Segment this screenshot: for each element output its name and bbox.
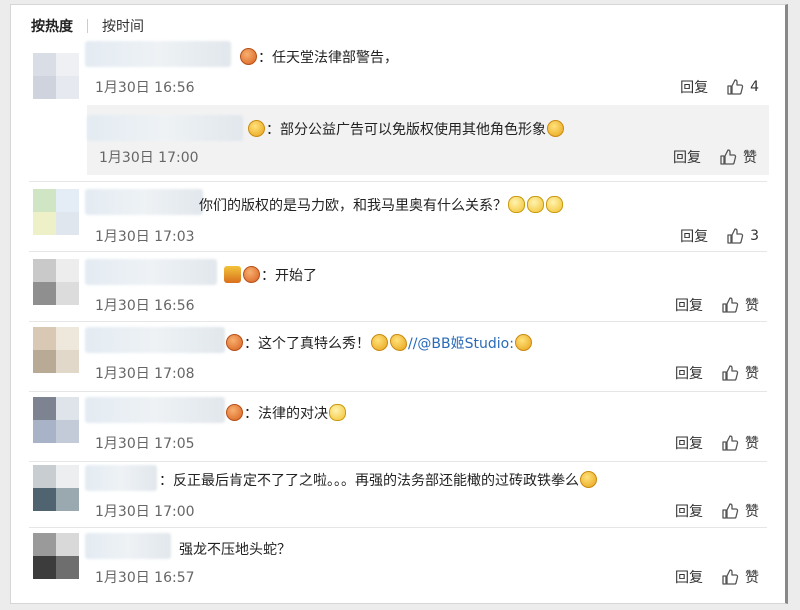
think-emoji-icon [580,471,597,488]
avatar[interactable] [33,465,79,511]
avatar[interactable] [33,397,79,443]
thumbs-up-icon[interactable] [719,148,737,166]
like-count[interactable]: 赞 [745,295,759,315]
like-count[interactable]: 赞 [745,501,759,521]
avatar[interactable] [33,259,79,305]
comment-item: ：任天堂法律部警告， 1月30日 16:56 回复 4 [29,35,767,105]
comment-time: 1月30日 16:56 [95,298,195,314]
comment-item: ：这个了真特么秀！//@BB姬Studio: 1月30日 17:08 回复 赞 [29,323,767,391]
think-emoji-icon [514,334,532,351]
comment-text: ：法律的对决 [225,403,347,423]
avatar[interactable] [33,53,79,99]
comment-text: ：这个了真特么秀！//@BB姬Studio: [225,333,533,353]
avatar[interactable] [33,327,79,373]
pray-emoji-icon [390,334,407,351]
comment-item: 你们的版权的是马力欧，和我马里奥有什么关系？ 1月30日 17:03 回复 3 [29,183,767,251]
comment-panel: 按热度 按时间 ：任天堂法律部警告， 1月30日 16:56 回复 4 ：部分公… [10,4,788,604]
divider [29,181,767,182]
comment-actions: 回复 赞 [675,363,759,383]
comment-actions: 回复 4 [680,77,759,97]
comment-actions: 回复 赞 [675,567,759,587]
thumbs-up-icon[interactable] [721,296,739,314]
comment-time: 1月30日 17:08 [95,366,195,382]
comment-text: ：部分公益广告可以免版权使用其他角色形象 [247,119,565,139]
cat-emoji-icon [508,196,525,213]
reply-button[interactable]: 回复 [680,77,708,97]
like-count[interactable]: 赞 [745,567,759,587]
avatar[interactable] [33,533,79,579]
badge-icon [226,404,243,421]
reply-button[interactable]: 回复 [675,501,703,521]
reply-button[interactable]: 回复 [675,433,703,453]
comment-actions: 回复 赞 [675,433,759,453]
username-redacted[interactable] [85,41,231,67]
thumbs-up-icon[interactable] [726,227,744,245]
avatar[interactable] [33,189,79,235]
badge-icon [226,334,243,351]
comment-actions: 回复 赞 [675,501,759,521]
comment-time: 1月30日 17:05 [95,436,195,452]
cat-emoji-icon [546,196,563,213]
like-count[interactable]: 4 [750,79,759,95]
divider [29,391,767,392]
reply-button[interactable]: 回复 [675,295,703,315]
sub-reply: ：部分公益广告可以免版权使用其他角色形象 1月30日 17:00 回复 赞 [87,105,769,175]
tab-sort-hot[interactable]: 按热度 [31,16,73,36]
username-redacted[interactable] [87,115,243,141]
reply-button[interactable]: 回复 [675,567,703,587]
cat-emoji-icon [527,196,544,213]
proud-emoji-icon [371,334,388,351]
comment-time: 1月30日 17:03 [95,229,195,245]
comment-time: 1月30日 16:57 [95,570,195,586]
comment-time: 1月30日 17:00 [95,504,195,520]
username-redacted[interactable] [85,397,225,423]
comment-time: 1月30日 16:56 [95,80,195,96]
comment-text: 你们的版权的是马力欧，和我马里奥有什么关系？ [199,195,564,215]
username-redacted[interactable] [85,259,217,285]
tab-sort-time[interactable]: 按时间 [102,16,144,36]
cat-emoji-icon [329,404,346,421]
thumbs-up-icon[interactable] [721,364,739,382]
sort-tabs: 按热度 按时间 [31,15,144,37]
comment-text: ：任天堂法律部警告， [239,47,398,67]
comment-item: ：反正最后肯定不了了之啦。。。再强的法务部还能橄的过砖政铁拳么 1月30日 17… [29,461,767,529]
tab-divider [87,19,88,33]
comment-time: 1月30日 17:00 [99,150,199,166]
like-count[interactable]: 3 [750,228,759,244]
thumbs-up-icon[interactable] [721,434,739,452]
like-count[interactable]: 赞 [745,363,759,383]
thumbs-up-icon[interactable] [721,502,739,520]
like-count[interactable]: 赞 [745,433,759,453]
smirk-emoji-icon [248,120,265,137]
comment-item: ：法律的对决 1月30日 17:05 回复 赞 [29,393,767,461]
divider [29,251,767,252]
reply-button[interactable]: 回复 [680,226,708,246]
divider [29,321,767,322]
comment-actions: 回复 赞 [675,295,759,315]
badge-icon [240,48,257,65]
badge-icon [243,266,260,283]
comment-actions: 回复 3 [680,226,759,246]
username-redacted[interactable] [85,465,157,491]
smirk-emoji-icon [547,120,564,137]
reply-button[interactable]: 回复 [675,363,703,383]
username-redacted[interactable] [85,327,225,353]
username-redacted[interactable] [85,189,203,215]
thumbs-up-icon[interactable] [721,568,739,586]
reply-button[interactable]: 回复 [673,147,701,167]
divider [29,527,767,528]
username-redacted[interactable] [85,533,171,559]
comment-actions: 回复 赞 [673,147,757,167]
like-count[interactable]: 赞 [743,147,757,167]
comment-text: ：反正最后肯定不了了之啦。。。再强的法务部还能橄的过砖政铁拳么 [159,470,598,490]
crown-badge-icon [224,266,241,283]
thumbs-up-icon[interactable] [726,78,744,96]
comment-text: ：开始了 [223,265,317,285]
comment-item: ：开始了 1月30日 16:56 回复 赞 [29,253,767,321]
mention-link[interactable]: //@BB姬Studio: [408,336,514,352]
comment-item: 强龙不压地头蛇？ 1月30日 16:57 回复 赞 [29,529,767,599]
comment-text: 强龙不压地头蛇？ [179,542,291,558]
